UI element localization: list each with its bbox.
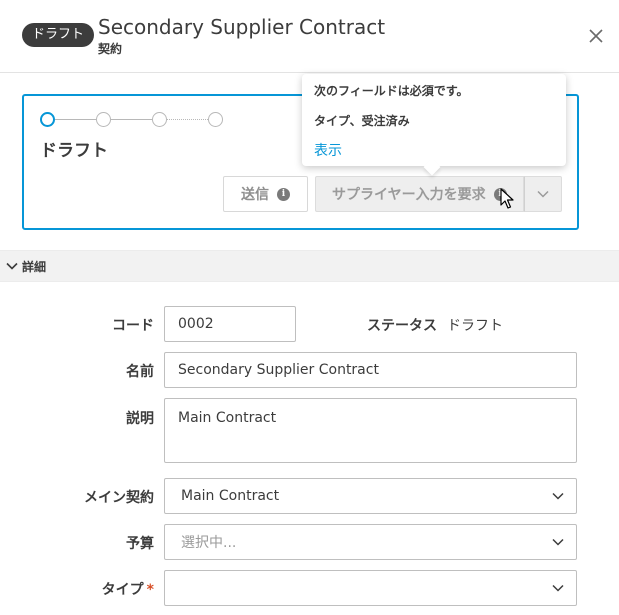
chevron-down-icon (552, 538, 564, 546)
current-stage-label: ドラフト (40, 141, 108, 161)
details-section-label: 詳細 (22, 259, 47, 274)
budget-placeholder: 選択中... (181, 535, 237, 551)
required-marker: * (146, 582, 154, 598)
step-3-indicator (152, 112, 167, 127)
type-label: タイプ * (34, 579, 154, 599)
page-header: ドラフト Secondary Supplier Contract 契約 (0, 0, 619, 73)
step-connector (55, 119, 96, 120)
send-button-label: 送信 (241, 187, 269, 203)
tooltip-message: 次のフィールドは必須です。 (314, 84, 469, 98)
request-button-label: サプライヤー入力を要求 (332, 187, 486, 203)
main-contract-select[interactable]: Main Contract (164, 478, 577, 514)
status-badge: ドラフト (22, 23, 95, 47)
page-title: Secondary Supplier Contract (98, 15, 386, 39)
name-label: 名前 (126, 364, 154, 380)
step-connector (111, 119, 152, 120)
code-label: コード (112, 318, 154, 334)
page-subtitle: 契約 (98, 42, 123, 56)
step-connector (167, 119, 208, 120)
type-label-text: タイプ (101, 582, 144, 598)
more-actions-dropdown-button[interactable] (524, 176, 562, 212)
chevron-down-icon (552, 492, 564, 500)
budget-select[interactable]: 選択中... (164, 524, 577, 560)
status-value: ドラフト (447, 318, 503, 334)
budget-label: 予算 (126, 536, 154, 552)
details-section-toggle[interactable]: 詳細 (0, 250, 619, 282)
name-field[interactable]: Secondary Supplier Contract (164, 352, 577, 388)
step-2-indicator (96, 112, 111, 127)
request-supplier-input-button[interactable]: サプライヤー入力を要求 i (315, 176, 524, 212)
step-1-indicator (40, 112, 55, 127)
workflow-stepper (40, 112, 230, 128)
name-value: Secondary Supplier Contract (178, 362, 379, 378)
code-value: 0002 (178, 316, 214, 332)
required-fields-tooltip: 次のフィールドは必須です。 タイプ、受注済み 表示 (302, 74, 566, 166)
tooltip-required-fields: タイプ、受注済み (314, 114, 410, 128)
description-value: Main Contract (178, 410, 277, 426)
tooltip-show-link[interactable]: 表示 (314, 140, 342, 160)
info-icon[interactable]: i (493, 187, 507, 201)
description-label: 説明 (126, 411, 154, 427)
send-button[interactable]: 送信 i (223, 176, 308, 212)
main-contract-value: Main Contract (181, 488, 280, 504)
chevron-down-icon (537, 190, 549, 198)
close-icon (589, 29, 603, 43)
description-field[interactable]: Main Contract (164, 398, 577, 463)
step-4-indicator (208, 112, 223, 127)
main-contract-label: メイン契約 (84, 490, 154, 506)
close-button[interactable] (586, 26, 606, 46)
code-field[interactable]: 0002 (164, 306, 296, 342)
chevron-down-icon (6, 262, 18, 270)
info-icon: i (277, 187, 290, 201)
status-label: ステータス (367, 318, 437, 334)
type-select[interactable] (164, 570, 577, 606)
chevron-down-icon (552, 584, 564, 592)
